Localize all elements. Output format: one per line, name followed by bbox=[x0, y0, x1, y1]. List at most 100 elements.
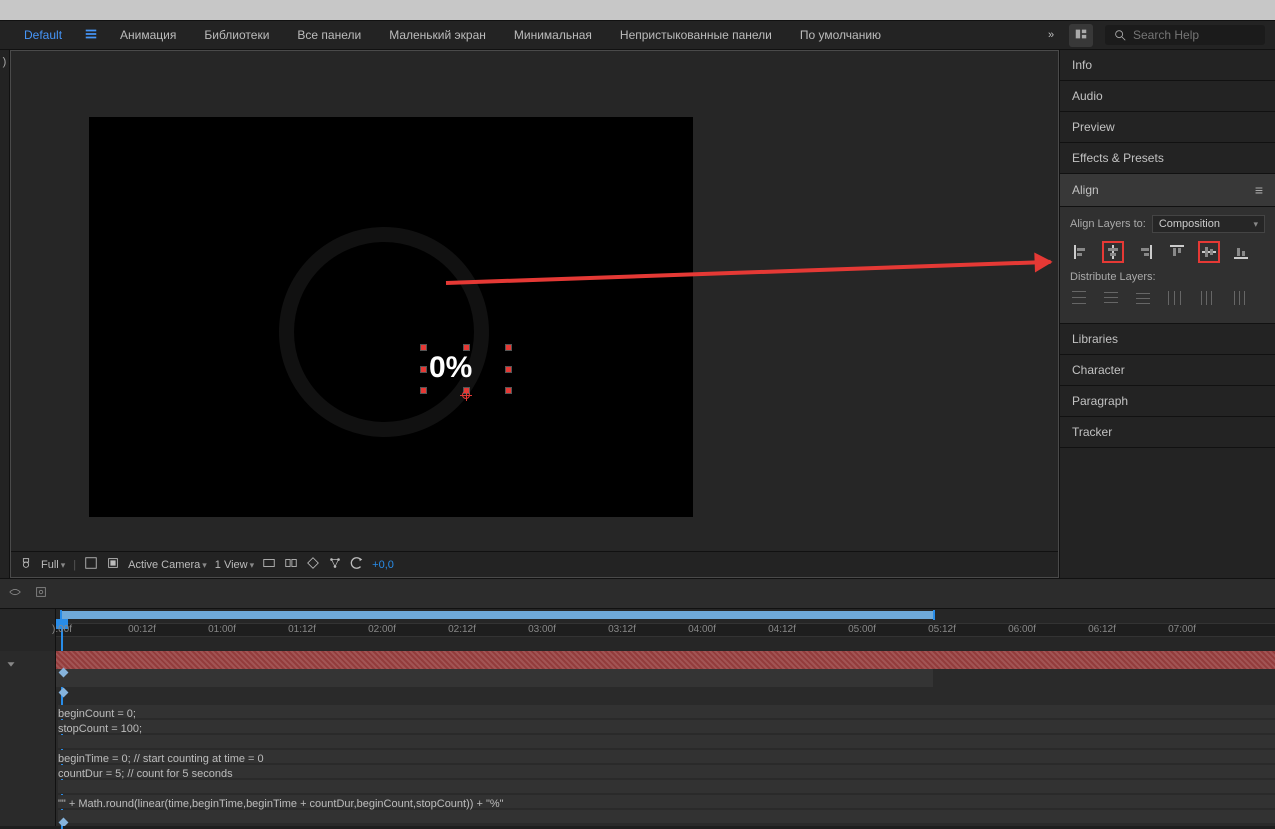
workspace-minimal[interactable]: Минимальная bbox=[500, 20, 606, 50]
timeline-tracks[interactable]: beginCount = 0; stopCount = 100; beginTi… bbox=[56, 651, 1275, 826]
search-input[interactable] bbox=[1133, 28, 1253, 42]
workspace-overflow-icon[interactable]: » bbox=[1041, 29, 1061, 41]
views-dropdown[interactable]: 1 View▾ bbox=[215, 559, 254, 571]
panel-audio[interactable]: Audio bbox=[1060, 81, 1275, 112]
align-bottom-button[interactable] bbox=[1230, 241, 1252, 263]
timeline-panel: ):00f 00:12f 01:00f 01:12f 02:00f 02:12f… bbox=[0, 578, 1275, 826]
tick: 03:12f bbox=[608, 624, 636, 635]
handle-top-mid[interactable] bbox=[463, 344, 470, 351]
workspace-bar: Default Анимация Библиотеки Все панели М… bbox=[0, 20, 1275, 50]
distribute-label: Distribute Layers: bbox=[1070, 271, 1265, 283]
camera-dropdown[interactable]: Active Camera▾ bbox=[128, 559, 207, 571]
keyframe-icon[interactable] bbox=[59, 688, 69, 698]
distribute-right-button bbox=[1230, 289, 1252, 311]
tick: 01:12f bbox=[288, 624, 316, 635]
tick: 01:00f bbox=[208, 624, 236, 635]
panel-effects-presets[interactable]: Effects & Presets bbox=[1060, 143, 1275, 174]
timeline-header bbox=[0, 579, 1275, 609]
handle-top-right[interactable] bbox=[505, 344, 512, 351]
align-to-label: Align Layers to: bbox=[1070, 218, 1146, 230]
tick: 04:00f bbox=[688, 624, 716, 635]
panel-align-title: Align bbox=[1072, 183, 1099, 197]
tick: 07:00f bbox=[1168, 624, 1196, 635]
distribute-hcenter-button bbox=[1198, 289, 1220, 311]
panel-info[interactable]: Info bbox=[1060, 50, 1275, 81]
panel-preview[interactable]: Preview bbox=[1060, 112, 1275, 143]
align-right-button[interactable] bbox=[1134, 241, 1156, 263]
anchor-point-icon[interactable] bbox=[462, 391, 470, 399]
tick: ):00f bbox=[52, 624, 72, 635]
align-vcenter-button[interactable] bbox=[1198, 241, 1220, 263]
workspace-default[interactable]: Default bbox=[10, 20, 76, 50]
panel-character[interactable]: Character bbox=[1060, 355, 1275, 386]
right-panel-stack: Info Audio Preview Effects & Presets Ali… bbox=[1059, 50, 1275, 578]
distribute-left-button bbox=[1166, 289, 1188, 311]
align-top-button[interactable] bbox=[1166, 241, 1188, 263]
workspace-allpanels[interactable]: Все панели bbox=[283, 20, 375, 50]
work-area-bar[interactable] bbox=[60, 611, 935, 619]
panel-libraries[interactable]: Libraries bbox=[1060, 324, 1275, 355]
tick: 04:12f bbox=[768, 624, 796, 635]
resolution-dropdown[interactable]: Full▾ bbox=[41, 559, 65, 571]
selection-bounding-box[interactable] bbox=[423, 347, 509, 391]
workspace-menu-icon[interactable] bbox=[76, 27, 106, 44]
handle-mid-right[interactable] bbox=[505, 366, 512, 373]
view-opts-icon-1[interactable] bbox=[262, 556, 276, 573]
workspace-animation[interactable]: Анимация bbox=[106, 20, 190, 50]
magnification-icon[interactable] bbox=[19, 556, 33, 573]
search-icon bbox=[1113, 28, 1127, 42]
tick: 05:12f bbox=[928, 624, 956, 635]
property-row[interactable] bbox=[56, 669, 933, 687]
view-opts-icon-4[interactable] bbox=[328, 556, 342, 573]
viewer-footer: Full▾ | Active Camera▾ 1 View▾ +0,0 bbox=[11, 551, 1058, 577]
align-panel-body: Align Layers to: Composition▾ Distribute… bbox=[1060, 207, 1275, 324]
view-opts-icon-2[interactable] bbox=[284, 556, 298, 573]
view-opts-icon-3[interactable] bbox=[306, 556, 320, 573]
main-area: ) 0% Full▾ | Active Camera▾ bbox=[0, 50, 1275, 578]
workspace-defaultru[interactable]: По умолчанию bbox=[786, 20, 895, 50]
window-titlebar bbox=[0, 0, 1275, 20]
fast-preview-icon[interactable] bbox=[350, 556, 364, 573]
handle-top-left[interactable] bbox=[420, 344, 427, 351]
panel-align-menu-icon[interactable]: ≡ bbox=[1255, 182, 1263, 198]
left-panel-tab[interactable]: ) bbox=[0, 50, 10, 578]
align-hcenter-button[interactable] bbox=[1102, 241, 1124, 263]
collapse-toggle[interactable] bbox=[4, 655, 51, 673]
workspace-undocked[interactable]: Непристыкованные панели bbox=[606, 20, 786, 50]
panel-align-header[interactable]: Align ≡ bbox=[1060, 174, 1275, 207]
handle-mid-left[interactable] bbox=[420, 366, 427, 373]
workspace-libraries[interactable]: Библиотеки bbox=[190, 20, 283, 50]
workspace-smallscreen[interactable]: Маленький экран bbox=[375, 20, 500, 50]
handle-bot-right[interactable] bbox=[505, 387, 512, 394]
layer-bar[interactable] bbox=[56, 651, 1275, 669]
expression-editor[interactable]: beginCount = 0; stopCount = 100; beginTi… bbox=[58, 707, 1275, 812]
tick: 02:12f bbox=[448, 624, 476, 635]
exposure-value[interactable]: +0,0 bbox=[372, 559, 394, 571]
panel-tracker[interactable]: Tracker bbox=[1060, 417, 1275, 448]
tick: 00:12f bbox=[128, 624, 156, 635]
tick: 03:00f bbox=[528, 624, 556, 635]
distribute-bottom-button bbox=[1134, 289, 1156, 311]
tick: 06:00f bbox=[1008, 624, 1036, 635]
timeline-ruler[interactable]: ):00f 00:12f 01:00f 01:12f 02:00f 02:12f… bbox=[0, 609, 1275, 651]
distribute-top-button bbox=[1070, 289, 1092, 311]
home-icon[interactable] bbox=[1069, 24, 1093, 47]
distribute-vcenter-button bbox=[1102, 289, 1124, 311]
viewer-canvas[interactable]: 0% bbox=[89, 117, 693, 517]
align-to-dropdown[interactable]: Composition▾ bbox=[1152, 215, 1265, 233]
align-left-button[interactable] bbox=[1070, 241, 1092, 263]
frame-blend-icon[interactable] bbox=[34, 585, 48, 602]
tick: 05:00f bbox=[848, 624, 876, 635]
composition-viewer: 0% Full▾ | Active Camera▾ 1 View▾ bbox=[10, 50, 1059, 578]
transparency-grid-icon[interactable] bbox=[84, 556, 98, 573]
panel-paragraph[interactable]: Paragraph bbox=[1060, 386, 1275, 417]
align-buttons-row bbox=[1070, 241, 1265, 263]
search-help[interactable] bbox=[1105, 25, 1265, 45]
shy-icon[interactable] bbox=[8, 585, 22, 602]
tick: 06:12f bbox=[1088, 624, 1116, 635]
timeline-gutter bbox=[0, 651, 56, 826]
handle-bot-left[interactable] bbox=[420, 387, 427, 394]
mask-toggle-icon[interactable] bbox=[106, 556, 120, 573]
circle-shape bbox=[279, 227, 489, 437]
tick: 02:00f bbox=[368, 624, 396, 635]
